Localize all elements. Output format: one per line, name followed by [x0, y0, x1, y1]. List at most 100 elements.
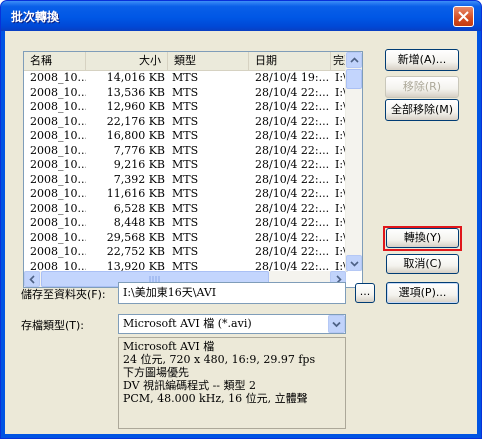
table-cell: 2008_10...: [30, 129, 86, 142]
table-row[interactable]: 2008_10...8,448 KBMTS28/10/4 22:...I:\美: [24, 216, 348, 231]
scroll-up-button[interactable]: [346, 52, 362, 68]
table-row[interactable]: 2008_10...7,776 KBMTS28/10/4 22:...I:\美: [24, 144, 348, 159]
table-cell: 28/10/4 22:...: [255, 85, 330, 99]
remove-all-button[interactable]: 全部移除(M): [385, 99, 459, 121]
file-list[interactable]: 名稱 大小 類型 日期 完整 2008_10... 14,016 KB MTS 28/…: [23, 51, 363, 288]
batch-convert-dialog: 批次轉換 名稱 大小 類型 日期 完整 2008_10... 14,016 KB M…: [0, 0, 482, 439]
save-folder-field[interactable]: I:\美加東16天\AVI: [118, 282, 346, 304]
table-row[interactable]: 2008_10...9,216 KBMTS28/10/4 22:...I:\美: [24, 158, 348, 173]
table-cell: 7,392 KB: [113, 172, 165, 186]
arrow-left-icon: [29, 275, 35, 284]
add-button[interactable]: 新增(A)...: [385, 49, 459, 71]
vertical-scrollbar[interactable]: [345, 52, 362, 271]
table-cell: 28/10/4 22:...: [255, 245, 330, 258]
table-cell: MTS: [172, 158, 199, 171]
convert-button[interactable]: 轉換(Y): [386, 228, 459, 248]
table-cell: 28/10/4 22:...: [255, 158, 330, 171]
table-cell: 2008_10...: [30, 201, 86, 215]
title-bar[interactable]: 批次轉換: [1, 1, 481, 31]
table-cell: 16,800 KB: [106, 129, 165, 142]
file-type-dropdown-button[interactable]: [328, 315, 345, 333]
table-cell: 28/10/4 22:...: [255, 201, 330, 215]
close-button[interactable]: [453, 6, 474, 27]
dialog-client-area: 名稱 大小 類型 日期 完整 2008_10... 14,016 KB MTS 28/…: [5, 31, 477, 434]
table-row[interactable]: 2008_10...11,616 KBMTS28/10/4 22:...I:\美: [24, 187, 348, 202]
table-cell: 2008_10...: [30, 85, 86, 99]
table-cell: 11,616 KB: [106, 187, 165, 200]
save-folder-label: 儲存至資料夾(F):: [21, 288, 106, 301]
table-cell: 28/10/4 22:...: [255, 187, 330, 200]
list-header: 名稱 大小 類型 日期 完整: [24, 52, 348, 71]
scroll-left-button[interactable]: [24, 271, 40, 287]
table-cell: 12,960 KB: [106, 100, 165, 113]
info-line: 下方圖場優先: [123, 366, 189, 379]
info-line: PCM, 48.000 kHz, 16 位元, 立體聲: [123, 392, 308, 405]
table-cell: 2008_10...: [30, 114, 86, 128]
table-cell: 28/10/4 22:...: [255, 129, 330, 142]
table-cell: 8,448 KB: [113, 216, 165, 229]
table-cell: 6,528 KB: [113, 201, 165, 215]
table-cell: 28/10/4 22:...: [255, 230, 330, 244]
column-header-date[interactable]: 日期: [249, 52, 331, 70]
table-row[interactable]: 2008_10...12,960 KBMTS28/10/4 22:...I:\美: [24, 100, 348, 115]
table-cell: 14,016 KB: [106, 71, 165, 84]
info-line: 24 位元, 720 x 480, 16:9, 29.97 fps: [123, 353, 316, 366]
table-cell: MTS: [172, 71, 199, 84]
cancel-button[interactable]: 取消(C): [386, 254, 459, 274]
arrow-up-icon: [350, 57, 359, 63]
table-cell: 2008_10...: [30, 245, 86, 258]
column-header-size[interactable]: 大小: [86, 52, 168, 70]
table-cell: 28/10/4 22:...: [255, 216, 330, 229]
column-header-type[interactable]: 類型: [168, 52, 249, 70]
table-cell: 2008_10...: [30, 158, 86, 171]
table-row[interactable]: 2008_10...16,800 KBMTS28/10/4 22:...I:\美: [24, 129, 348, 144]
table-row[interactable]: 2008_10...6,528 KBMTS28/10/4 22:...I:\美: [24, 202, 348, 217]
table-cell: MTS: [172, 201, 199, 215]
table-cell: 22,752 KB: [106, 245, 165, 258]
table-cell: 7,776 KB: [113, 143, 165, 157]
table-cell: MTS: [172, 172, 199, 186]
table-row[interactable]: 2008_10...14,016 KBMTS28/10/4 19:...I:\美: [24, 71, 348, 86]
table-row[interactable]: 2008_10...13,536 KBMTS28/10/4 22:...I:\美: [24, 86, 348, 101]
table-cell: 22,176 KB: [106, 114, 165, 128]
table-cell: 2008_10...: [30, 100, 86, 113]
table-cell: 2008_10...: [30, 71, 86, 84]
format-info-panel: Microsoft AVI 檔 24 位元, 720 x 480, 16:9, …: [118, 337, 346, 429]
table-cell: 2008_10...: [30, 230, 86, 244]
table-cell: 13,536 KB: [106, 85, 165, 99]
column-header-name[interactable]: 名稱: [24, 52, 86, 70]
info-line: Microsoft AVI 檔: [123, 340, 215, 353]
file-type-select[interactable]: Microsoft AVI 檔 (*.avi): [118, 314, 346, 334]
table-cell: MTS: [172, 187, 199, 200]
table-cell: MTS: [172, 230, 199, 244]
table-cell: MTS: [172, 143, 199, 157]
table-cell: 28/10/4 22:...: [255, 114, 330, 128]
window-title: 批次轉換: [11, 10, 60, 24]
table-row[interactable]: 2008_10...7,392 KBMTS28/10/4 22:...I:\美: [24, 173, 348, 188]
table-cell: MTS: [172, 85, 199, 99]
table-cell: 9,216 KB: [113, 158, 165, 171]
table-cell: 29,568 KB: [106, 230, 165, 244]
table-row[interactable]: 2008_10...29,568 KBMTS28/10/4 22:...I:\美: [24, 231, 348, 246]
table-cell: MTS: [172, 100, 199, 113]
table-cell: 28/10/4 19:...: [255, 71, 330, 84]
options-button[interactable]: 選項(P)...: [386, 282, 459, 304]
table-row[interactable]: 2008_10...22,752 KBMTS28/10/4 22:...I:\美: [24, 245, 348, 260]
table-cell: 2008_10...: [30, 216, 86, 229]
file-type-label: 存檔類型(T):: [21, 319, 85, 332]
table-cell: 2008_10...: [30, 172, 86, 186]
arrow-down-icon: [350, 261, 359, 267]
browse-button[interactable]: ...: [355, 283, 375, 303]
table-cell: 2008_10...: [30, 143, 86, 157]
table-cell: 2008_10...: [30, 187, 86, 200]
table-cell: MTS: [172, 245, 199, 258]
table-row[interactable]: 2008_10...22,176 KBMTS28/10/4 22:...I:\美: [24, 115, 348, 130]
table-cell: 28/10/4 22:...: [255, 143, 330, 157]
remove-button[interactable]: 移除(R): [385, 76, 459, 98]
list-rows: 2008_10...14,016 KBMTS28/10/4 19:...I:\美…: [24, 71, 348, 274]
scroll-down-button[interactable]: [346, 255, 362, 271]
table-cell: MTS: [172, 114, 199, 128]
info-line: DV 視訊編碼程式 -- 類型 2: [123, 379, 256, 392]
vertical-scroll-thumb[interactable]: [346, 69, 362, 89]
file-type-value: Microsoft AVI 檔 (*.avi): [123, 317, 252, 330]
